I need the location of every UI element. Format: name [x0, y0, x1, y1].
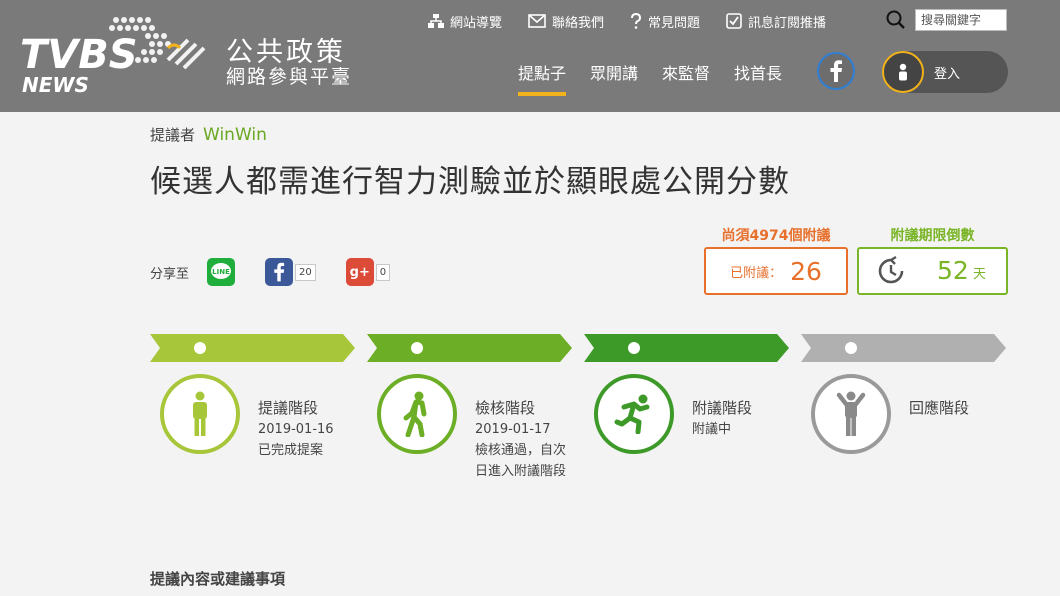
contact-link[interactable]: 聯絡我們	[528, 12, 604, 31]
question-icon	[631, 13, 642, 29]
stage-bar-3	[584, 334, 789, 362]
stage-bar-1	[150, 334, 355, 362]
countdown-unit: 天	[973, 267, 987, 282]
stage-marker-3	[628, 342, 640, 354]
stage-1-name: 提議階段	[258, 399, 319, 417]
faq-link[interactable]: 常見問題	[630, 12, 700, 31]
countdown-body: 52 天	[857, 247, 1008, 295]
google-share-count: 0	[375, 263, 391, 281]
line-icon: LINE	[207, 258, 236, 286]
share-facebook-button[interactable]: 20	[265, 258, 316, 286]
stage-1-status: 已完成提案	[258, 443, 324, 458]
proposer-info: 提議者 WinWin	[150, 124, 267, 145]
proposal-title: 候選人都需進行智力測驗並於顯眼處公開分數	[150, 164, 790, 200]
stage-2-status-2: 日進入附議階段	[475, 464, 567, 479]
stage-1-text: 提議階段 2019-01-16 已完成提案	[258, 398, 334, 461]
endorse-current-label: 已附議：	[730, 265, 783, 281]
tvbs-news-logo[interactable]: TVBS NEWS	[18, 14, 208, 97]
share-bar: 分享至 LINE 20 g+ 0	[150, 258, 420, 286]
arms-up-person-icon	[836, 391, 866, 436]
endorse-needed: 尚須4974個附議	[721, 228, 831, 244]
search-icon[interactable]	[886, 10, 906, 34]
search-input[interactable]	[915, 9, 1007, 31]
walking-person-icon	[403, 391, 427, 437]
proposer-name[interactable]: WinWin	[203, 125, 267, 145]
nav-officials[interactable]: 找首長	[734, 60, 782, 92]
stage-2-status-1: 檢核通過，自次	[475, 443, 567, 458]
subscribe-label: 訊息訂閱推播	[748, 15, 827, 31]
countdown-value: 52	[937, 256, 969, 285]
stage-bar-2	[367, 334, 572, 362]
share-line-button[interactable]: LINE	[207, 258, 236, 286]
stage-2-date: 2019-01-17	[475, 422, 551, 437]
sitemap-icon	[428, 14, 444, 28]
share-label: 分享至	[150, 266, 190, 282]
subscribe-link[interactable]: 訊息訂閱推播	[726, 12, 826, 31]
stage-2-text: 檢核階段 2019-01-17 檢核通過，自次 日進入附議階段	[475, 398, 566, 482]
login-button[interactable]: 登入	[882, 51, 1008, 93]
endorse-counter: 尚須4974個附議 已附議： 26	[704, 225, 848, 295]
facebook-link[interactable]	[817, 52, 855, 90]
endorse-current-value: 26	[790, 256, 822, 286]
checkbox-icon	[726, 13, 742, 29]
mail-icon	[528, 14, 546, 28]
stage-marker-1	[194, 342, 206, 354]
stage-1-date: 2019-01-16	[258, 422, 334, 437]
utility-links: 網站導覽 聯絡我們 常見問題 訊息訂閱推播	[428, 10, 852, 32]
login-label: 登入	[934, 67, 961, 82]
countdown-box: 附議期限倒數 52 天	[857, 225, 1008, 295]
brand-subtitle: 網路參與平臺	[226, 66, 353, 88]
svg-text:LINE: LINE	[212, 268, 230, 276]
main-nav: 提點子 眾開講 來監督 找首長	[518, 60, 806, 96]
stage-2-name: 檢核階段	[475, 399, 536, 417]
svg-text:NEWS: NEWS	[22, 73, 89, 94]
sitemap-link[interactable]: 網站導覽	[428, 12, 502, 31]
stage-marker-4	[845, 342, 857, 354]
facebook-share-icon	[265, 258, 294, 286]
sitemap-label: 網站導覽	[450, 15, 503, 31]
nav-proposals[interactable]: 提點子	[518, 60, 567, 96]
facebook-icon	[830, 60, 842, 82]
google-plus-icon: g+	[345, 258, 374, 286]
site-header: TVBS NEWS 公共政策 網路參與平臺 網站導覽 聯絡我們 常見問題 訊息訂…	[0, 0, 1060, 112]
svg-text:TVBS: TVBS	[20, 32, 138, 78]
nav-forums[interactable]: 眾開講	[590, 60, 638, 92]
clock-icon	[878, 255, 904, 284]
nav-supervise[interactable]: 來監督	[662, 60, 710, 92]
stage-3-icon-circle	[594, 374, 674, 454]
stage-4-icon-circle	[811, 374, 891, 454]
proposer-label: 提議者	[150, 126, 196, 144]
user-avatar-icon	[882, 51, 924, 93]
facebook-share-count: 20	[295, 263, 316, 281]
content-section-title: 提議內容或建議事項	[150, 570, 286, 588]
stage-3-text: 附議階段 附議中	[692, 398, 752, 440]
share-google-button[interactable]: g+ 0	[345, 258, 391, 286]
stage-4-name: 回應階段	[909, 399, 970, 417]
stage-4-text: 回應階段	[909, 398, 969, 419]
stage-1-icon-circle	[160, 374, 240, 454]
contact-label: 聯絡我們	[552, 15, 605, 31]
countdown-label: 附議期限倒數	[890, 228, 975, 244]
running-person-icon	[614, 394, 650, 434]
stage-3-name: 附議階段	[692, 399, 753, 417]
faq-label: 常見問題	[648, 15, 701, 31]
stage-marker-2	[411, 342, 423, 354]
standing-person-icon	[193, 391, 207, 436]
stage-2-icon-circle	[377, 374, 457, 454]
stage-3-status: 附議中	[692, 422, 732, 437]
stage-bar-4	[801, 334, 1006, 362]
endorse-current: 已附議： 26	[704, 247, 848, 295]
